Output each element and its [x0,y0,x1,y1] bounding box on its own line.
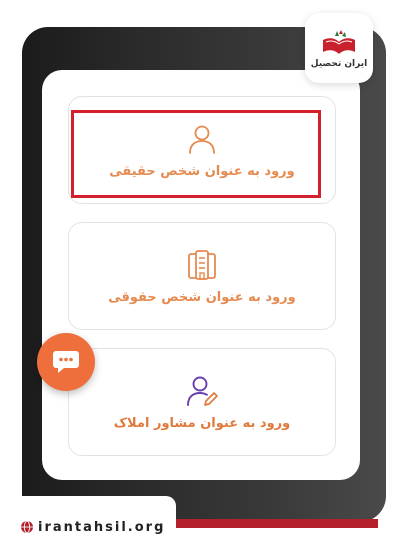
option-label: ورود به عنوان شخص حقوقی [108,289,296,305]
option-real-estate-advisor[interactable]: ورود به عنوان مشاور املاک [68,348,336,456]
chat-icon [53,351,79,373]
option-legal-person[interactable]: ورود به عنوان شخص حقوقی [68,222,336,330]
site-url[interactable]: irantahsil.org [20,519,165,535]
chat-button[interactable] [37,333,95,391]
selection-highlight [71,110,321,198]
site-url-text: irantahsil.org [38,519,166,535]
frame-accent-strip [165,519,378,528]
logo-text: ایران تحصیل [310,58,368,69]
option-label: ورود به عنوان مشاور املاک [113,415,291,431]
brand-logo: ایران تحصیل [305,13,373,83]
user-edit-icon [187,376,218,406]
building-icon [188,249,216,280]
book-logo-icon [323,29,355,54]
globe-icon [21,520,33,534]
